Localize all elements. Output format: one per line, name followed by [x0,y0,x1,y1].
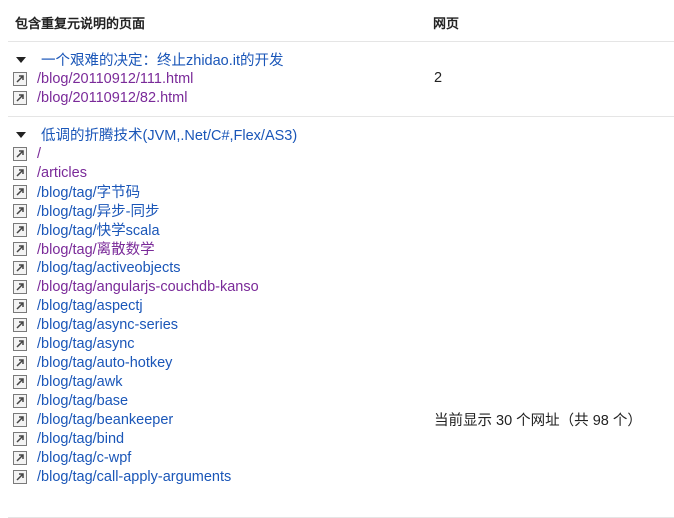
external-link-icon[interactable] [13,241,27,256]
group-toggle[interactable]: 一个艰难的决定：终止zhidao.it的开发 [13,50,284,69]
external-link-icon[interactable] [13,222,27,237]
table-row: 低调的折腾技术(JVM,.Net/C#,Flex/AS3) / /articles… [8,117,674,518]
page-url-link[interactable]: /blog/tag/angularjs-couchdb-kanso [37,279,259,295]
page-url-link[interactable]: /blog/tag/bind [37,431,124,447]
external-link-icon[interactable] [13,90,27,105]
triangle-down-icon[interactable] [16,56,26,63]
external-link-icon[interactable] [13,260,27,275]
table-row: 一个艰难的决定：终止zhidao.it的开发 /blog/20110912/11… [8,42,674,117]
list-item: /blog/tag/auto-hotkey [13,353,297,372]
duplicate-meta-description-table: 包含重复元说明的页面 网页 一个艰难的决定：终止zhidao.it的开发 /bl… [8,0,674,518]
triangle-down-icon[interactable] [16,131,26,138]
list-item: /blog/20110912/82.html [13,88,284,107]
list-item: /blog/tag/call-apply-arguments [13,467,297,486]
page-url-link[interactable]: /blog/20110912/82.html [37,90,188,106]
external-link-icon[interactable] [13,393,27,408]
list-item: / [13,144,297,163]
page-url-link[interactable]: /blog/tag/离散数学 [37,238,155,259]
list-item: /articles [13,163,297,182]
external-link-icon[interactable] [13,279,27,294]
external-link-icon[interactable] [13,317,27,332]
page-url-link[interactable]: /blog/tag/async [37,336,135,352]
external-link-icon[interactable] [13,336,27,351]
group-title[interactable]: 低调的折腾技术(JVM,.Net/C#,Flex/AS3) [41,124,297,145]
list-item: /blog/tag/bind [13,429,297,448]
pages-count: 2 [434,70,443,86]
page-url-link[interactable]: /blog/tag/快学scala [37,219,160,240]
list-item: /blog/tag/字节码 [13,182,297,201]
external-link-icon[interactable] [13,469,27,484]
page-url-link[interactable]: /blog/tag/c-wpf [37,450,131,466]
external-link-icon[interactable] [13,450,27,465]
external-link-icon[interactable] [13,203,27,218]
list-item: /blog/tag/async-series [13,315,297,334]
list-item: /blog/tag/base [13,391,297,410]
external-link-icon[interactable] [13,431,27,446]
external-link-icon[interactable] [13,146,27,161]
list-item: /blog/tag/awk [13,372,297,391]
external-link-icon[interactable] [13,412,27,427]
page-url-link[interactable]: /blog/20110912/111.html [37,71,193,87]
page-url-link[interactable]: /blog/tag/auto-hotkey [37,355,172,371]
page-url-link[interactable]: /blog/tag/call-apply-arguments [37,469,231,485]
list-item: /blog/tag/aspectj [13,296,297,315]
page-url-link[interactable]: /blog/tag/awk [37,374,122,390]
external-link-icon[interactable] [13,165,27,180]
page-url-link[interactable]: /blog/tag/activeobjects [37,260,180,276]
external-link-icon[interactable] [13,184,27,199]
page-url-link[interactable]: / [37,146,41,162]
link-list: / /articles/blog/tag/字节码/blog/tag/异步-同步/b… [13,144,297,486]
list-item: /blog/20110912/111.html [13,69,284,88]
page-url-link[interactable]: /blog/tag/beankeeper [37,412,173,428]
list-item: /blog/tag/activeobjects [13,258,297,277]
description-cell: 一个艰难的决定：终止zhidao.it的开发 /blog/20110912/11… [13,50,284,107]
external-link-icon[interactable] [13,374,27,389]
group-title[interactable]: 一个艰难的决定：终止zhidao.it的开发 [41,49,284,70]
list-item: /blog/tag/异步-同步 [13,201,297,220]
list-item: /blog/tag/c-wpf [13,448,297,467]
table-header: 包含重复元说明的页面 网页 [8,0,674,42]
column-header-pages: 网页 [433,16,460,31]
list-item: /blog/tag/angularjs-couchdb-kanso [13,277,297,296]
list-item: /blog/tag/beankeeper [13,410,297,429]
link-list: /blog/20110912/111.html/blog/20110912/82… [13,69,284,107]
external-link-icon[interactable] [13,298,27,313]
pages-count: 当前显示 30 个网址（共 98 个） [434,413,642,429]
group-toggle[interactable]: 低调的折腾技术(JVM,.Net/C#,Flex/AS3) [13,125,297,144]
page-url-link[interactable]: /blog/tag/base [37,393,128,409]
page-url-link[interactable]: /blog/tag/字节码 [37,181,140,202]
page-url-link[interactable]: /blog/tag/异步-同步 [37,200,160,221]
list-item: /blog/tag/离散数学 [13,239,297,258]
page-url-link[interactable]: /articles [37,165,87,181]
page-url-link[interactable]: /blog/tag/aspectj [37,298,143,314]
external-link-icon[interactable] [13,355,27,370]
description-cell: 低调的折腾技术(JVM,.Net/C#,Flex/AS3) / /articles… [13,125,297,486]
list-item: /blog/tag/快学scala [13,220,297,239]
page-url-link[interactable]: /blog/tag/async-series [37,317,178,333]
column-header-description: 包含重复元说明的页面 [15,16,146,31]
external-link-icon[interactable] [13,71,27,86]
list-item: /blog/tag/async [13,334,297,353]
